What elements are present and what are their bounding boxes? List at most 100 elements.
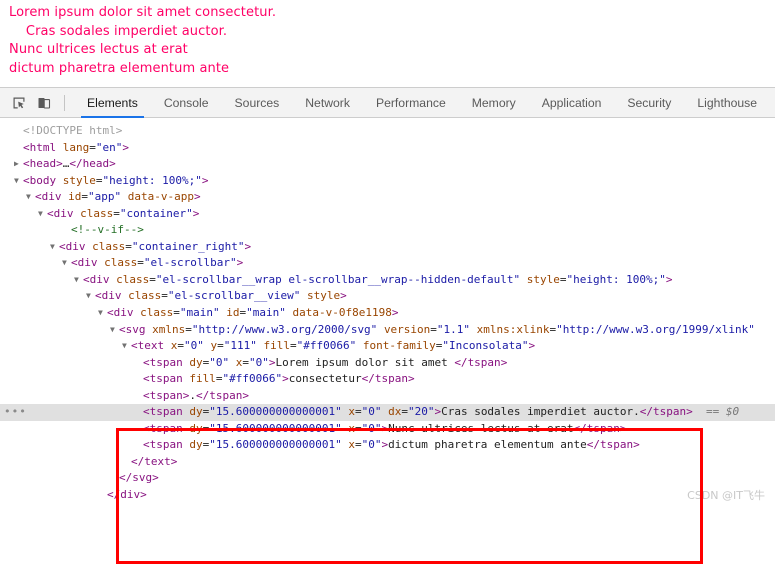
code-token: x bbox=[348, 438, 355, 452]
dom-tree-panel[interactable]: <!DOCTYPE html> <html lang="en"> ▶ <head>…<… bbox=[0, 118, 775, 509]
code-token: div bbox=[53, 206, 74, 220]
code-token: > bbox=[109, 157, 116, 171]
preview-line: Lorem ipsum dolor sit amet consectetur. bbox=[9, 5, 277, 20]
code-token: "el-scrollbar__wrap el-scrollbar__wrap--… bbox=[155, 272, 521, 286]
dom-row[interactable]: <tspan dy="0" x="0">Lorem ipsum dolor si… bbox=[0, 355, 775, 372]
dom-row[interactable]: ▼ <body style="height: 100%;"> bbox=[0, 173, 775, 190]
dom-row[interactable]: <!DOCTYPE html> bbox=[0, 123, 775, 140]
code-token: fill bbox=[263, 339, 291, 353]
code-token: "el-scrollbar__view" bbox=[167, 289, 301, 303]
preview-line: Nunc ultrices lectus at erat bbox=[9, 42, 188, 57]
dom-row[interactable]: ▼ <div class="el-scrollbar"> bbox=[0, 255, 775, 272]
disclosure-triangle-icon[interactable]: ▼ bbox=[86, 288, 95, 305]
code-token: </ bbox=[361, 372, 375, 386]
inspect-element-icon[interactable] bbox=[8, 92, 30, 114]
code-token: consectetur bbox=[288, 372, 362, 386]
code-token: < bbox=[143, 355, 150, 369]
code-token: "0" bbox=[361, 438, 382, 452]
preview-line: dictum pharetra elementum ante bbox=[9, 60, 230, 76]
code-token: "1.1" bbox=[436, 322, 471, 336]
code-token: version bbox=[383, 322, 431, 336]
code-token: > bbox=[201, 173, 209, 187]
dom-row[interactable]: ▼ <text x="0" y="111" fill="#ff0066" font… bbox=[0, 338, 775, 355]
code-token: </ bbox=[131, 454, 145, 468]
disclosure-triangle-icon[interactable]: ▼ bbox=[14, 173, 23, 190]
code-token: tspan bbox=[600, 438, 634, 452]
code-token: < bbox=[23, 157, 30, 171]
dom-row[interactable]: ▶ <head>…</head> bbox=[0, 156, 775, 173]
dom-row[interactable]: </div> bbox=[0, 487, 775, 504]
dom-row[interactable]: <tspan>.</tspan> bbox=[0, 388, 775, 405]
code-token: = bbox=[290, 339, 297, 353]
code-token: dx bbox=[388, 405, 402, 419]
dom-row[interactable]: ▼ <div class="container"> bbox=[0, 206, 775, 223]
disclosure-triangle-icon[interactable]: ▶ bbox=[14, 156, 23, 173]
code-token: </ bbox=[69, 157, 83, 171]
code-token: = bbox=[125, 239, 132, 253]
code-token: < bbox=[143, 388, 150, 402]
disclosure-triangle-icon[interactable]: ▼ bbox=[74, 272, 83, 289]
code-token: "#ff0066" bbox=[296, 339, 357, 353]
code-token: class bbox=[116, 272, 150, 286]
dom-row[interactable]: </text> bbox=[0, 454, 775, 471]
dom-row[interactable]: ▼ <svg xmlns="http://www.w3.org/2000/svg"… bbox=[0, 322, 775, 339]
dom-row[interactable]: ▼ <div id="app" data-v-app> bbox=[0, 189, 775, 206]
code-token: class bbox=[140, 306, 174, 320]
code-token: = bbox=[95, 173, 103, 187]
tab-console[interactable]: Console bbox=[151, 88, 222, 118]
code-token: div bbox=[41, 190, 62, 204]
code-token: < bbox=[143, 421, 150, 435]
tab-lighthouse[interactable]: Lighthouse bbox=[684, 88, 770, 118]
code-token: tspan bbox=[209, 388, 243, 402]
code-token: "en" bbox=[95, 140, 123, 154]
code-token: tspan bbox=[467, 355, 501, 369]
tab-performance[interactable]: Performance bbox=[363, 88, 459, 118]
code-token: style bbox=[306, 289, 341, 303]
disclosure-triangle-icon[interactable]: ▼ bbox=[50, 239, 59, 256]
code-token: tspan bbox=[653, 405, 687, 419]
code-token: < bbox=[35, 190, 42, 204]
code-token: > bbox=[528, 339, 536, 353]
code-token: id bbox=[68, 190, 82, 204]
disclosure-triangle-icon[interactable]: ▼ bbox=[38, 206, 47, 223]
tab-security[interactable]: Security bbox=[614, 88, 684, 118]
tab-memory[interactable]: Memory bbox=[459, 88, 529, 118]
disclosure-triangle-icon[interactable]: ▼ bbox=[110, 322, 119, 339]
code-token: > bbox=[619, 421, 627, 435]
more-options-icon[interactable]: ••• bbox=[4, 404, 27, 421]
code-token: head bbox=[29, 157, 57, 171]
dom-row[interactable]: <!--v-if--> bbox=[0, 222, 775, 239]
disclosure-triangle-icon[interactable]: ▼ bbox=[122, 338, 131, 355]
device-toolbar-icon[interactable] bbox=[33, 92, 55, 114]
dom-row[interactable]: </svg> bbox=[0, 470, 775, 487]
dom-row[interactable]: ▼ <div class="container_right"> bbox=[0, 239, 775, 256]
dom-row[interactable]: <tspan dy="15.600000000000001" x="0">dic… bbox=[0, 437, 775, 454]
dom-row-selected[interactable]: ••• <tspan dy="15.600000000000001" x="0" … bbox=[0, 404, 775, 421]
code-token: > bbox=[340, 289, 347, 303]
disclosure-triangle-icon[interactable]: ▼ bbox=[62, 255, 71, 272]
code-token: "20" bbox=[407, 405, 435, 419]
code-token: Lorem ipsum dolor sit amet bbox=[275, 355, 455, 369]
dom-row[interactable]: ▼ <div class="el-scrollbar__view" style> bbox=[0, 288, 775, 305]
tab-elements[interactable]: Elements bbox=[74, 88, 151, 118]
disclosure-triangle-icon[interactable]: ▼ bbox=[98, 305, 107, 322]
tab-application[interactable]: Application bbox=[529, 88, 615, 118]
watermark: CSDN @IT飞牛 bbox=[687, 489, 765, 502]
tab-network[interactable]: Network bbox=[292, 88, 363, 118]
dom-row[interactable]: <tspan fill="#ff0066">consectetur</tspan… bbox=[0, 371, 775, 388]
code-token: "#ff0066" bbox=[222, 372, 283, 386]
dom-row[interactable]: <html lang="en"> bbox=[0, 140, 775, 157]
dom-row[interactable]: <tspan dy="15.600000000000001" x="0">Nun… bbox=[0, 421, 775, 438]
dom-row[interactable]: ▼ <div class="el-scrollbar__wrap el-scrol… bbox=[0, 272, 775, 289]
tab-sources[interactable]: Sources bbox=[222, 88, 293, 118]
disclosure-triangle-icon[interactable]: ▼ bbox=[26, 189, 35, 206]
code-token: "http://www.w3.org/2000/svg" bbox=[191, 322, 378, 336]
code-token: fill bbox=[189, 372, 216, 386]
code-token: </ bbox=[119, 471, 133, 485]
dom-row[interactable]: ▼ <div class="main" id="main" data-v-0f8e… bbox=[0, 305, 775, 322]
